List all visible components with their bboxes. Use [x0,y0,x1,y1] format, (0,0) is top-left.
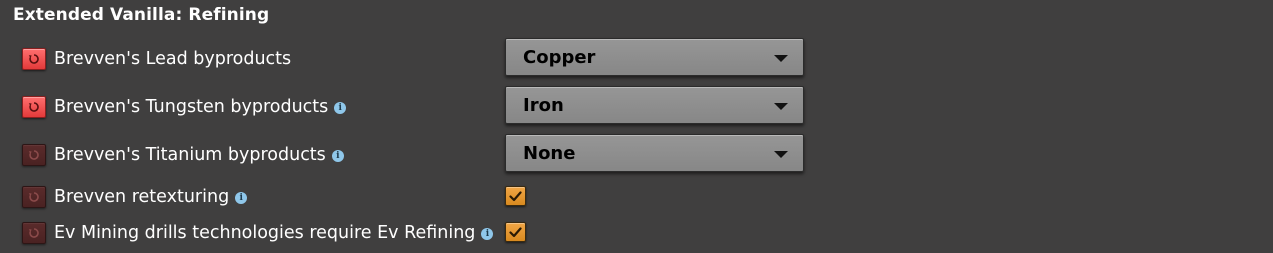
checkmark-icon [509,226,522,237]
dropdown-value: Copper [523,46,596,68]
tungsten-byproducts-dropdown[interactable]: Iron [505,86,804,124]
reset-button[interactable] [22,96,46,118]
setting-row-tungsten-byproducts: Brevven's Tungsten byproducts i [22,94,347,120]
reset-icon [28,150,39,160]
mining-drills-require-refining-checkbox[interactable] [505,222,526,242]
setting-row-lead-byproducts: Brevven's Lead byproducts [22,46,291,72]
brevven-retexturing-checkbox[interactable] [505,186,526,206]
info-icon[interactable]: i [235,192,248,204]
checkmark-icon [509,190,522,201]
setting-row-brevven-retexturing: Brevven retexturing i [22,184,248,210]
setting-label: Brevven's Lead byproducts [54,49,292,69]
setting-label: Ev Mining drills technologies require Ev… [54,223,476,243]
chevron-down-icon [774,55,788,62]
reset-icon [28,192,39,202]
setting-label: Brevven's Titanium byproducts [54,145,326,165]
reset-icon [28,102,39,112]
mod-settings-panel: Extended Vanilla: Refining Brevven's Lea… [0,0,1273,253]
info-icon[interactable]: i [481,228,494,240]
reset-icon [28,54,39,64]
chevron-down-icon [774,151,788,158]
reset-button [22,222,46,244]
reset-button[interactable] [22,48,46,70]
titanium-byproducts-dropdown[interactable]: None [505,134,804,172]
info-icon[interactable]: i [334,102,347,114]
lead-byproducts-dropdown[interactable]: Copper [505,38,804,76]
section-title: Extended Vanilla: Refining [13,5,270,25]
dropdown-value: Iron [523,94,564,116]
setting-label: Brevven retexturing [54,187,230,207]
setting-row-titanium-byproducts: Brevven's Titanium byproducts i [22,142,344,168]
info-icon[interactable]: i [331,150,344,162]
dropdown-value: None [523,142,576,164]
chevron-down-icon [774,103,788,110]
setting-label: Brevven's Tungsten byproducts [54,97,329,117]
reset-button [22,186,46,208]
reset-icon [28,228,39,238]
reset-button [22,144,46,166]
setting-row-mining-drills-require-refining: Ev Mining drills technologies require Ev… [22,220,494,246]
